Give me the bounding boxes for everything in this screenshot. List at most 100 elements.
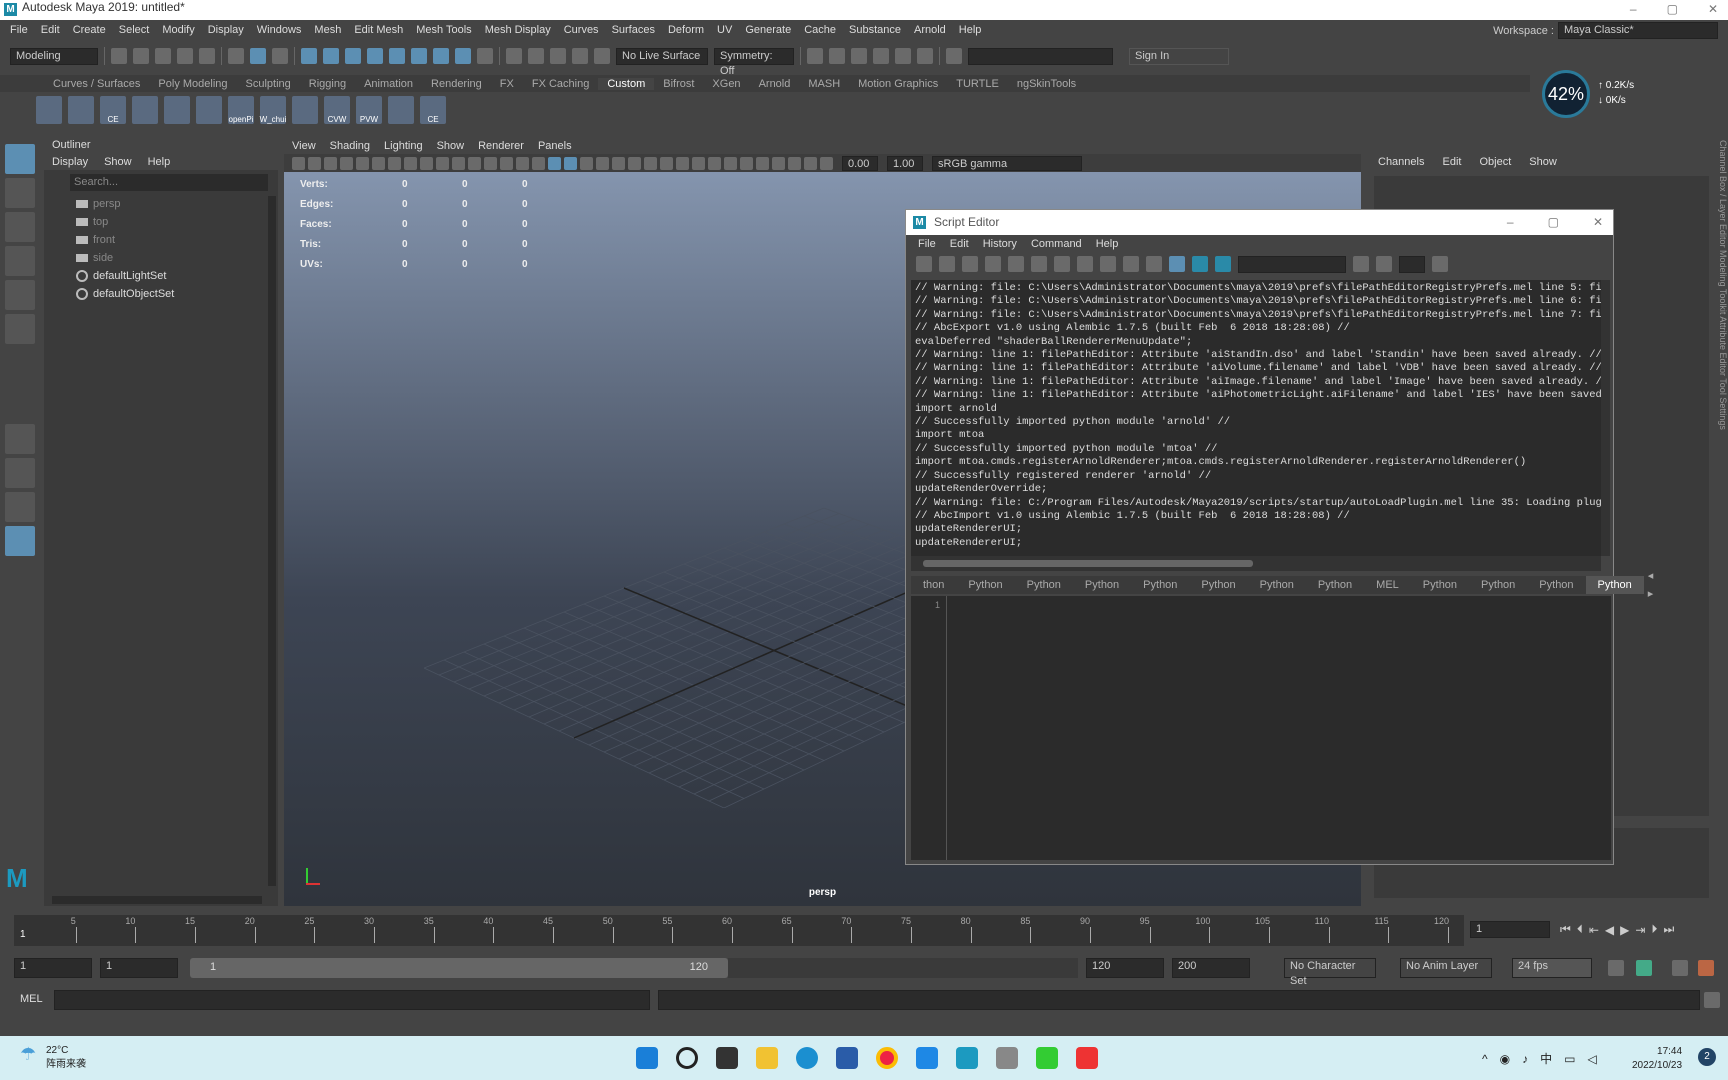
- shelf-tool-icon[interactable]: [36, 96, 62, 124]
- symmetry-dropdown[interactable]: Symmetry: Off: [714, 47, 794, 77]
- loop-icon[interactable]: [1608, 960, 1624, 976]
- lasso-tool-icon[interactable]: [5, 178, 35, 208]
- open-scene-icon[interactable]: [133, 48, 149, 64]
- shelf-tab-animation[interactable]: Animation: [355, 78, 422, 90]
- workspace-selector[interactable]: Workspace : Maya Classic*: [1493, 22, 1718, 39]
- viewport-tool-icon[interactable]: [676, 156, 689, 170]
- gamma-field[interactable]: 1.00: [887, 155, 923, 171]
- viewport-tool-icon[interactable]: [356, 156, 369, 170]
- shelf-tab-mash[interactable]: MASH: [799, 78, 849, 90]
- viewport-tool-icon[interactable]: [580, 156, 593, 170]
- clear-history-icon[interactable]: [1008, 256, 1024, 272]
- shelf-tool-icon[interactable]: W_chui: [260, 96, 286, 124]
- outliner-item-front[interactable]: front: [44, 231, 278, 249]
- execute-all-icon[interactable]: [1215, 256, 1231, 272]
- new-scene-icon[interactable]: [111, 48, 127, 64]
- viewport-menu-view[interactable]: View: [292, 140, 316, 152]
- four-view-layout-icon[interactable]: [5, 458, 35, 488]
- outliner-item-top[interactable]: top: [44, 213, 278, 231]
- viewport-tool-icon[interactable]: [644, 156, 657, 170]
- quick-input-field[interactable]: [968, 47, 1113, 65]
- microphone-icon[interactable]: ♪: [1522, 1052, 1528, 1066]
- viewport-tool-icon[interactable]: [564, 156, 577, 170]
- load-script-icon[interactable]: [916, 256, 932, 272]
- step-back-key-icon[interactable]: ⇤: [1589, 923, 1599, 937]
- character-icon[interactable]: [1698, 960, 1714, 976]
- se-menu-history[interactable]: History: [983, 238, 1017, 250]
- menu-create[interactable]: Create: [73, 24, 106, 36]
- menu-arnold[interactable]: Arnold: [914, 24, 946, 36]
- recorder-icon[interactable]: [1076, 1047, 1098, 1069]
- script-tab-python[interactable]: Python: [1131, 576, 1189, 594]
- se-menu-command[interactable]: Command: [1031, 238, 1082, 250]
- store-icon[interactable]: [836, 1047, 858, 1069]
- io-icon[interactable]: [550, 48, 566, 64]
- scale-tool-icon[interactable]: [5, 314, 35, 344]
- search-down-icon[interactable]: [1353, 256, 1369, 272]
- security-icon[interactable]: ◉: [1500, 1052, 1510, 1066]
- sign-in-button[interactable]: Sign In: [1129, 47, 1229, 65]
- step-back-frame-icon[interactable]: ⏴: [1577, 922, 1583, 937]
- script-tab-python[interactable]: Python: [1015, 576, 1073, 594]
- file-explorer-icon[interactable]: [756, 1047, 778, 1069]
- step-forward-key-icon[interactable]: ⇥: [1635, 923, 1645, 937]
- volume-icon[interactable]: ◁: [1587, 1052, 1596, 1066]
- viewport-tool-icon[interactable]: [596, 156, 609, 170]
- shelf-tab-ngskintools[interactable]: ngSkinTools: [1008, 78, 1085, 90]
- viewport-tool-icon[interactable]: [772, 156, 785, 170]
- show-history-icon[interactable]: [1077, 256, 1093, 272]
- undo-icon[interactable]: [177, 48, 193, 64]
- go-to-start-icon[interactable]: ⏮: [1560, 922, 1571, 937]
- select-hierarchy-icon[interactable]: [228, 48, 244, 64]
- close-button[interactable]: ✕: [1708, 2, 1718, 16]
- menu-edit-mesh[interactable]: Edit Mesh: [354, 24, 403, 36]
- outliner-menu-display[interactable]: Display: [52, 156, 88, 168]
- viewport-tool-icon[interactable]: [340, 156, 353, 170]
- snap-vertex-icon[interactable]: [411, 48, 427, 64]
- minimize-button[interactable]: –: [1630, 2, 1637, 16]
- pause-icon[interactable]: [917, 48, 933, 64]
- ime-indicator[interactable]: 中: [1540, 1050, 1552, 1067]
- shelf-tool-icon[interactable]: [196, 96, 222, 124]
- shelf-tool-icon[interactable]: [132, 96, 158, 124]
- script-tab-python[interactable]: Python: [1189, 576, 1247, 594]
- goto-line-field[interactable]: [1399, 255, 1425, 273]
- viewport-tool-icon[interactable]: [516, 156, 529, 170]
- execute-selected-icon[interactable]: [1192, 256, 1208, 272]
- time-slider[interactable]: 1 5 10 15 20 25 30 35 40 45 50 55 60 65 70 75 80 85 90 95 1…: [14, 915, 1464, 946]
- select-object-icon[interactable]: [250, 48, 266, 64]
- persp-outliner-layout-icon[interactable]: [5, 492, 35, 522]
- outliner-item-persp[interactable]: persp: [44, 195, 278, 213]
- se-minimize-button[interactable]: –: [1507, 210, 1514, 235]
- outliner-menu-help[interactable]: Help: [148, 156, 171, 168]
- viewport-menu-shading[interactable]: Shading: [330, 140, 370, 152]
- viewport-tool-icon[interactable]: [804, 156, 817, 170]
- outliner-item-defaultObjectSet[interactable]: defaultObjectSet: [44, 285, 278, 303]
- script-tab-python[interactable]: Python: [1073, 576, 1131, 594]
- workspace-dropdown[interactable]: Maya Classic*: [1558, 22, 1718, 39]
- menu-generate[interactable]: Generate: [745, 24, 791, 36]
- step-forward-frame-icon[interactable]: ⏵: [1651, 922, 1657, 937]
- edge-icon[interactable]: [796, 1047, 818, 1069]
- menu-mesh-display[interactable]: Mesh Display: [485, 24, 551, 36]
- anim-prefs-icon[interactable]: [1672, 960, 1688, 976]
- side-panel-tabs[interactable]: Channel Box / Layer Editor Modeling Tool…: [1714, 140, 1728, 540]
- snap-point-icon[interactable]: [345, 48, 361, 64]
- shelf-tab-bifrost[interactable]: Bifrost: [654, 78, 703, 90]
- range-slider[interactable]: 1 120: [190, 958, 728, 978]
- menu-deform[interactable]: Deform: [668, 24, 704, 36]
- outliner-layout-icon[interactable]: [5, 526, 35, 556]
- color-space-dropdown[interactable]: sRGB gamma: [932, 155, 1082, 171]
- chrome-icon[interactable]: [876, 1047, 898, 1069]
- show-input-icon[interactable]: [1100, 256, 1116, 272]
- viewport-tool-icon[interactable]: [756, 156, 769, 170]
- viewport-tool-icon[interactable]: [708, 156, 721, 170]
- script-tabs-scroll-icon[interactable]: ◂ ▸: [1644, 567, 1658, 603]
- construction-icon[interactable]: [528, 48, 544, 64]
- script-tab-python[interactable]: Python: [1306, 576, 1364, 594]
- select-tool-icon[interactable]: [5, 144, 35, 174]
- viewport-menu-renderer[interactable]: Renderer: [478, 140, 524, 152]
- render-view-icon[interactable]: [807, 48, 823, 64]
- menu-cache[interactable]: Cache: [804, 24, 836, 36]
- ipr-icon[interactable]: [851, 48, 867, 64]
